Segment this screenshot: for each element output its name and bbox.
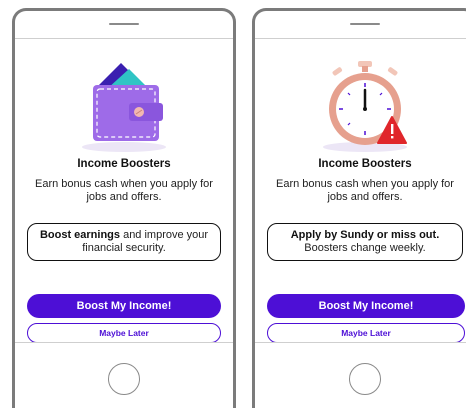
callout-bold-text: Apply by Sundy or miss out. — [290, 229, 440, 241]
maybe-later-button[interactable]: Maybe Later — [27, 323, 221, 343]
home-button[interactable] — [108, 363, 140, 395]
speaker-slot — [109, 23, 139, 25]
callout-text: Boost earnings and improve your financia… — [34, 229, 214, 255]
screen-subtitle: Earn bonus cash when you apply for jobs … — [35, 178, 213, 203]
screen-subtitle: Earn bonus cash when you apply for jobs … — [276, 178, 454, 203]
callout-rest-text: Boosters change weekly. — [304, 242, 426, 254]
bottom-divider — [15, 342, 233, 343]
top-divider — [255, 38, 466, 39]
screen-title: Income Boosters — [318, 158, 412, 170]
phone-frame-left: Income Boosters Earn bonus cash when you… — [12, 8, 236, 408]
speaker-slot — [350, 23, 380, 25]
phone-frame-right: Income Boosters Earn bonus cash when you… — [252, 8, 466, 408]
boost-my-income-button[interactable]: Boost My Income! — [27, 294, 221, 318]
wallet-icon — [82, 63, 166, 152]
callout-box: Boost earnings and improve your financia… — [27, 223, 221, 261]
maybe-later-button[interactable]: Maybe Later — [267, 323, 465, 343]
callout-box: Apply by Sundy or miss out. Boosters cha… — [267, 223, 463, 261]
screen-title: Income Boosters — [77, 158, 171, 170]
stopwatch-alert-icon — [323, 61, 407, 152]
boost-my-income-button[interactable]: Boost My Income! — [267, 294, 465, 318]
top-divider — [15, 38, 233, 39]
callout-bold-text: Boost earnings — [39, 229, 121, 241]
bottom-divider — [255, 342, 466, 343]
home-button[interactable] — [349, 363, 381, 395]
